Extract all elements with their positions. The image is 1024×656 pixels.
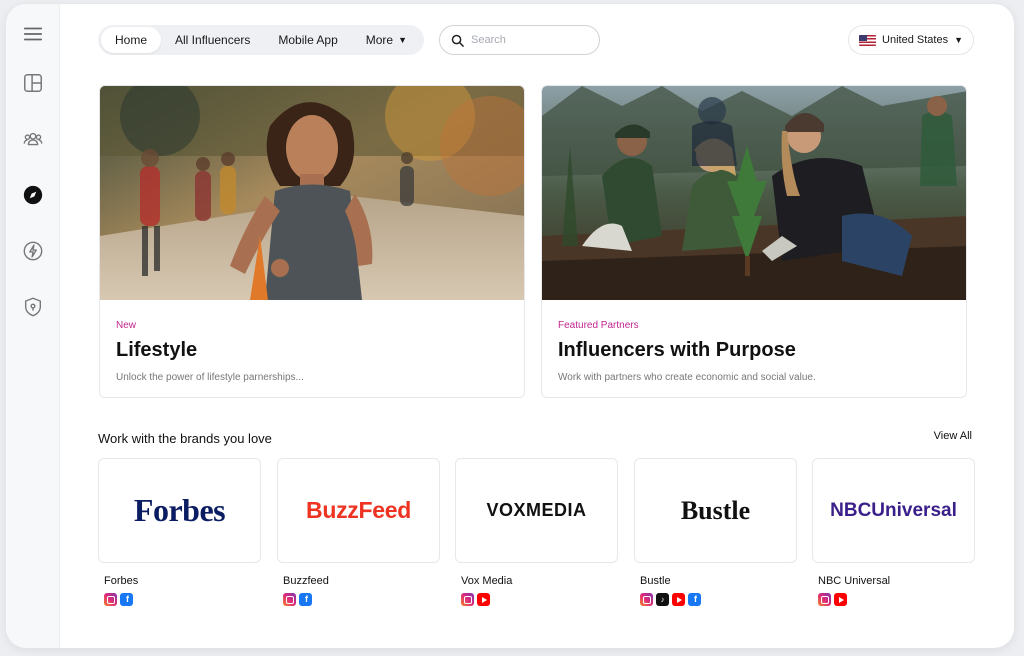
youtube-icon[interactable] [477, 593, 490, 606]
shield-icon[interactable] [21, 295, 45, 319]
brand-logo-box[interactable]: Bustle [634, 458, 797, 563]
youtube-icon[interactable] [834, 593, 847, 606]
dashboard-icon[interactable] [21, 71, 45, 95]
brand-card-nbcuniversal: NBCUniversal NBC Universal [812, 458, 975, 606]
tab-label: All Influencers [175, 33, 251, 47]
compass-icon[interactable] [21, 183, 45, 207]
top-nav: Home All Influencers Mobile App More ▼ [98, 25, 425, 55]
youtube-icon[interactable] [672, 593, 685, 606]
us-flag-icon [859, 34, 877, 46]
tab-home[interactable]: Home [101, 27, 162, 53]
card-description: Work with partners who create economic a… [558, 372, 816, 383]
sidebar [6, 4, 60, 648]
card-body: New Lifestyle Unlock the power of lifest… [100, 300, 524, 383]
brands-heading: Work with the brands you love [98, 431, 272, 446]
card-body: Featured Partners Influencers with Purpo… [542, 300, 966, 383]
chevron-down-icon: ▼ [954, 35, 963, 45]
card-image-runner [100, 86, 524, 300]
facebook-icon[interactable]: f [299, 593, 312, 606]
nbcuniversal-logo: NBCUniversal [830, 499, 957, 521]
brand-name: NBC Universal [818, 575, 891, 587]
tab-label: Home [115, 33, 148, 47]
lightning-icon[interactable] [21, 239, 45, 263]
brand-card-forbes: Forbes Forbes f [98, 458, 261, 606]
chevron-down-icon: ▼ [398, 35, 408, 45]
instagram-icon[interactable] [818, 593, 831, 606]
card-description: Unlock the power of lifestyle parnership… [116, 372, 304, 383]
instagram-icon[interactable] [461, 593, 474, 606]
card-tag: Featured Partners [558, 320, 639, 331]
instagram-icon[interactable] [640, 593, 653, 606]
brand-name: Vox Media [461, 575, 513, 587]
brand-card-bustle: Bustle Bustle ♪ f [634, 458, 797, 606]
tab-more[interactable]: More ▼ [352, 27, 421, 53]
social-icons: f [283, 593, 440, 606]
featured-card-lifestyle[interactable]: New Lifestyle Unlock the power of lifest… [99, 85, 525, 398]
facebook-icon[interactable]: f [120, 593, 133, 606]
social-icons: ♪ f [640, 593, 797, 606]
brand-logo-box[interactable]: VOXMEDIA [455, 458, 618, 563]
people-icon[interactable] [21, 127, 45, 151]
tab-all-influencers[interactable]: All Influencers [161, 27, 264, 53]
featured-card-purpose[interactable]: Featured Partners Influencers with Purpo… [541, 85, 967, 398]
brand-card-buzzfeed: BuzzFeed Buzzfeed f [277, 458, 440, 606]
voxmedia-logo: VOXMEDIA [486, 500, 587, 520]
card-title: Lifestyle [116, 339, 198, 361]
card-title: Influencers with Purpose [558, 339, 796, 361]
instagram-icon[interactable] [283, 593, 296, 606]
country-selector[interactable]: United States ▼ [848, 25, 974, 55]
social-icons [818, 593, 975, 606]
brand-logo-box[interactable]: Forbes [98, 458, 261, 563]
tab-label: More [365, 33, 394, 47]
brand-logo-box[interactable]: NBCUniversal [812, 458, 975, 563]
brand-logo-box[interactable]: BuzzFeed [277, 458, 440, 563]
brand-card-voxmedia: VOXMEDIA Vox Media [455, 458, 618, 606]
forbes-logo: Forbes [133, 492, 226, 528]
social-icons: f [104, 593, 261, 606]
brand-name: Bustle [640, 575, 671, 587]
app-window: Home All Influencers Mobile App More ▼ Un… [6, 4, 1014, 648]
country-label: United States [882, 34, 949, 46]
menu-icon[interactable] [21, 22, 45, 46]
card-tag: New [116, 320, 137, 331]
buzzfeed-logo: BuzzFeed [306, 497, 411, 523]
search-box[interactable] [439, 25, 600, 55]
social-icons [461, 593, 618, 606]
view-all-link[interactable]: View All [934, 430, 972, 442]
bustle-logo: Bustle [680, 495, 751, 525]
instagram-icon[interactable] [104, 593, 117, 606]
tab-mobile-app[interactable]: Mobile App [264, 27, 351, 53]
card-image-planting [542, 86, 966, 300]
tab-label: Mobile App [278, 33, 338, 47]
search-icon [451, 34, 464, 47]
brand-name: Buzzfeed [283, 575, 329, 587]
search-input[interactable] [471, 34, 581, 46]
brand-name: Forbes [104, 575, 139, 587]
tiktok-icon[interactable]: ♪ [656, 593, 669, 606]
facebook-icon[interactable]: f [688, 593, 701, 606]
